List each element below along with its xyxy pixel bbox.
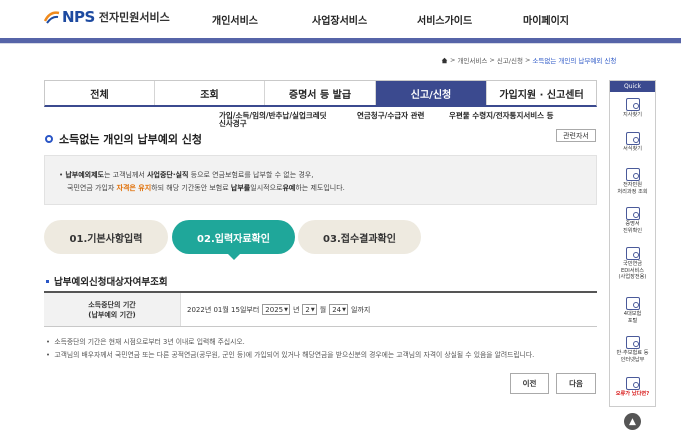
tab-report-apply[interactable]: 신고/신청 xyxy=(376,81,487,105)
subnav-item-mail[interactable]: 우편물 수령지/전자통지서비스 등 xyxy=(449,112,554,120)
period-value: 2022년 01월 15일부터 2025 ▼ 년 2 ▼ 월 24 ▼ 일까지 xyxy=(181,293,597,326)
period-label: 소득중단의 기간 (납부예외 기간) xyxy=(44,293,181,326)
logo-text: NPS xyxy=(62,8,95,26)
nps-logo-icon xyxy=(44,11,60,24)
breadcrumb: > 개인서비스 > 신고/신청 > 소득없는 개인의 납부예외 신청 xyxy=(441,55,616,65)
section-title: 납부예외신청대상자여부조회 xyxy=(46,274,168,288)
note-item: • 고객님의 배우자께서 국민연금 또는 다른 공적연금(공무원, 군인 등)에… xyxy=(46,351,535,359)
year-select[interactable]: 2025 ▼ xyxy=(262,304,290,315)
header-divider-line xyxy=(0,43,681,44)
day-select[interactable]: 24 ▼ xyxy=(329,304,348,315)
home-icon[interactable] xyxy=(441,57,448,64)
info-line-2: 국민연금 가입자 자격은 유지하되 해당 기간동안 보험료 납부를일시적으로유예… xyxy=(67,184,345,192)
breadcrumb-item[interactable]: 신고/신청 xyxy=(497,55,523,65)
gnb-business[interactable]: 사업장서비스 xyxy=(312,12,367,27)
category-tabs: 전체 조회 증명서 등 발급 신고/신청 가입지원 · 신고센터 xyxy=(44,80,597,107)
gnb-guide[interactable]: 서비스가이드 xyxy=(417,12,472,27)
site-header: NPS 전자민원서비스 개인서비스 사업장서비스 서비스가이드 마이페이지 xyxy=(0,0,681,38)
document-search-icon xyxy=(625,168,640,181)
building-search-icon xyxy=(625,98,640,111)
day-unit: 일까지 xyxy=(350,305,371,314)
portal-icon xyxy=(625,297,640,310)
tab-support-center[interactable]: 가입지원 · 신고센터 xyxy=(487,81,596,105)
year-unit: 년 xyxy=(292,305,300,314)
tab-inquiry[interactable]: 조회 xyxy=(155,81,265,105)
period-form-table: 소득중단의 기간 (납부예외 기간) 2022년 01월 15일부터 2025 ▼… xyxy=(44,291,597,327)
info-box: • 납부예외제도는 고객님께서 사업중단·실직 등으로 연금보험료를 납부할 수… xyxy=(44,155,597,205)
monitor-search-icon xyxy=(625,132,640,145)
prev-button[interactable]: 이전 xyxy=(510,373,549,394)
quick-menu: Quick 지사찾기 서식찾기 전자민원 처리과정 조회 증명서 진위확인 국민연금… xyxy=(609,80,656,407)
related-docs-button[interactable]: 관련자서 xyxy=(556,129,596,142)
step-1-basic-input: 01.기본사항입력 xyxy=(44,220,168,254)
info-line-1: • 납부예외제도는 고객님께서 사업중단·실직 등으로 연금보험료를 납부할 수… xyxy=(59,171,314,179)
subnav-item-enroll[interactable]: 가입/소득/임의/반추납/실업크레딧 신사경구 xyxy=(219,112,327,128)
step-3-result: 03.접수결과확인 xyxy=(298,220,421,254)
logo-subtext: 전자민원서비스 xyxy=(98,11,170,24)
step-2-data-confirm: 02.입력자료확인 xyxy=(172,220,295,254)
quick-item-process[interactable]: 전자민원 처리과정 조회 xyxy=(610,168,655,195)
active-step-pointer xyxy=(227,253,241,260)
certificate-icon xyxy=(625,207,640,220)
chevron-down-icon: ▼ xyxy=(310,306,315,313)
quick-item-4insurance[interactable]: 4대보험 포털 xyxy=(610,297,655,324)
breadcrumb-item[interactable]: 개인서비스 xyxy=(457,55,487,65)
site-logo[interactable]: NPS 전자민원서비스 xyxy=(44,8,170,26)
section-bullet-icon xyxy=(46,279,49,283)
month-select[interactable]: 2 ▼ xyxy=(302,304,317,315)
tab-certificate[interactable]: 증명서 등 발급 xyxy=(265,81,376,105)
breadcrumb-current: 소득없는 개인의 납부예외 신청 xyxy=(532,57,617,65)
next-button[interactable]: 다음 xyxy=(556,373,596,394)
notes-list: • 소득중단의 기간은 현재 시점으로부터 3년 이내로 입력해 주십시오. •… xyxy=(46,336,534,362)
computer-icon xyxy=(625,247,640,260)
error-help-icon xyxy=(625,377,640,390)
chevron-down-icon: ▼ xyxy=(342,306,346,313)
quick-item-verify[interactable]: 증명서 진위확인 xyxy=(610,207,655,234)
quick-header: Quick xyxy=(610,81,655,92)
chevron-down-icon: ▼ xyxy=(284,306,288,313)
quick-item-error[interactable]: 오류가 났다면? xyxy=(610,377,655,398)
quick-item-payment[interactable]: 반·추보험료 등 인터넷납부 xyxy=(610,336,655,363)
title-bullet-icon xyxy=(45,135,53,143)
quick-item-edi[interactable]: 국민연금 EDI서비스 (사업장전용) xyxy=(610,247,655,281)
chevron-up-icon: ▲ xyxy=(629,416,636,427)
period-start-text: 2022년 01월 15일부터 xyxy=(187,305,260,314)
note-item: • 소득중단의 기간은 현재 시점으로부터 3년 이내로 입력해 주십시오. xyxy=(46,338,245,346)
gnb-personal[interactable]: 개인서비스 xyxy=(212,12,258,27)
quick-item-forms[interactable]: 서식찾기 xyxy=(610,132,655,153)
subnav-item-pension-claim[interactable]: 연금청구/수급자 관련 xyxy=(357,112,424,120)
quick-item-branch[interactable]: 지사찾기 xyxy=(610,98,655,119)
payment-icon xyxy=(625,336,640,349)
month-unit: 월 xyxy=(319,305,327,314)
page-title: 소득없는 개인의 납부예외 신청 xyxy=(45,131,202,147)
gnb-mypage[interactable]: 마이페이지 xyxy=(523,12,569,27)
scroll-top-button[interactable]: ▲ xyxy=(624,413,641,430)
tab-all[interactable]: 전체 xyxy=(45,81,155,105)
